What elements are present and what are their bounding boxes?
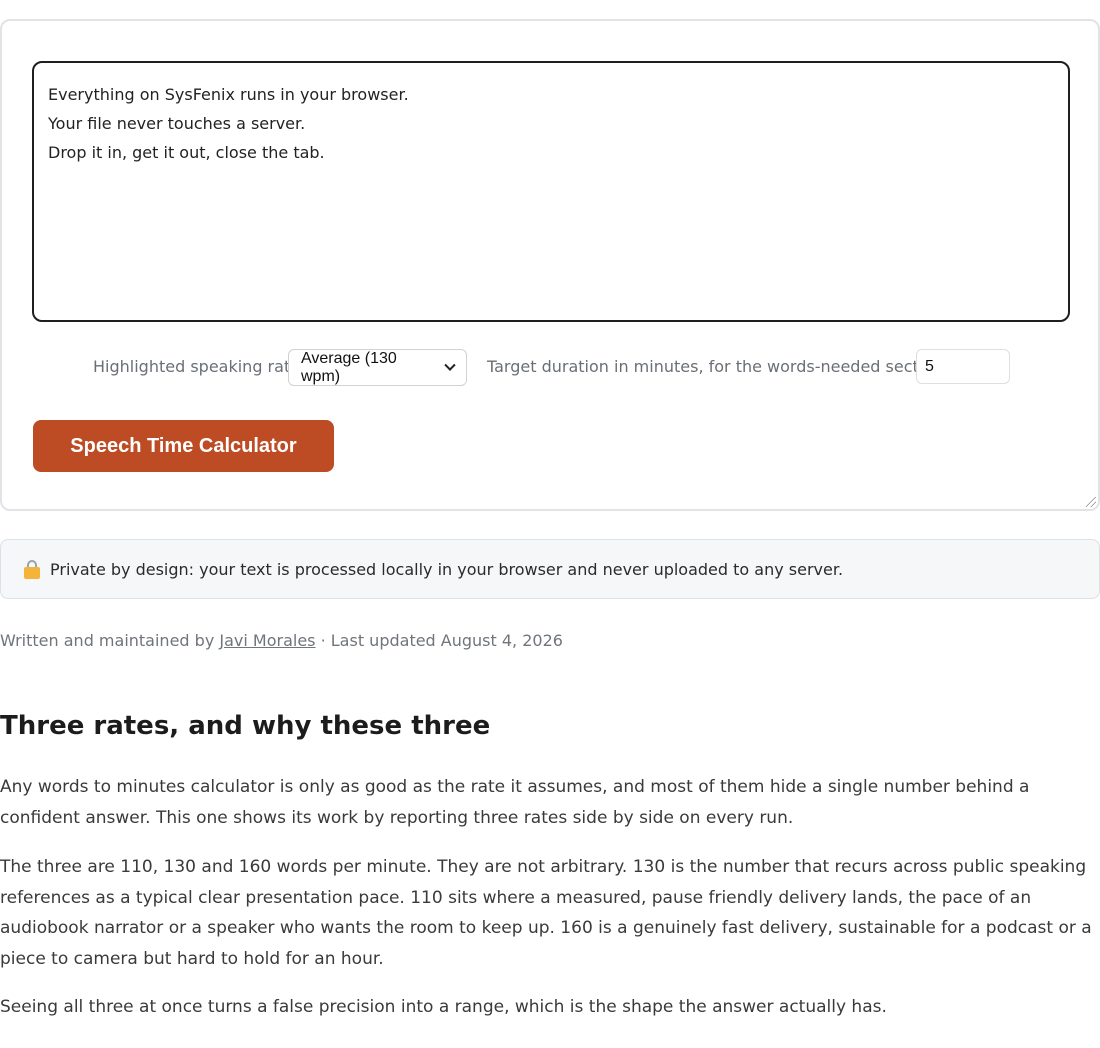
speech-time-tool: Everything on SysFenix runs in your brow… bbox=[0, 19, 1100, 511]
byline: Written and maintained by Javi Morales ·… bbox=[0, 631, 563, 650]
target-duration-label: Target duration in minutes, for the word… bbox=[487, 357, 944, 376]
speaking-rate-select[interactable]: Average (130 wpm) bbox=[288, 349, 467, 386]
speaking-rate-label: Highlighted speaking rate bbox=[93, 357, 301, 376]
article-paragraph: The three are 110, 130 and 160 words per… bbox=[0, 857, 1092, 969]
article-paragraph: Any words to minutes calculator is only … bbox=[0, 777, 1030, 828]
resize-handle[interactable] bbox=[1086, 497, 1096, 507]
calculate-button[interactable]: Speech Time Calculator bbox=[33, 420, 334, 472]
last-updated: Last updated August 4, 2026 bbox=[330, 631, 563, 650]
privacy-notice-text: Private by design: your text is processe… bbox=[50, 559, 844, 579]
article-paragraph: Seeing all three at once turns a false p… bbox=[0, 997, 887, 1017]
section-heading: Three rates, and why these three bbox=[0, 711, 491, 741]
speaking-rate-selected: Average (130 wpm) bbox=[301, 349, 397, 385]
chevron-down-icon bbox=[444, 359, 456, 371]
byline-prefix: Written and maintained by bbox=[0, 631, 220, 650]
speech-text-input[interactable]: Everything on SysFenix runs in your brow… bbox=[32, 61, 1070, 322]
options-row: Highlighted speaking rate Average (130 w… bbox=[2, 348, 1100, 386]
privacy-notice: Private by design: your text is processe… bbox=[0, 539, 1100, 599]
author-link[interactable]: Javi Morales bbox=[219, 631, 315, 650]
lock-icon bbox=[23, 559, 41, 579]
target-duration-input[interactable] bbox=[916, 349, 1010, 384]
byline-separator: · bbox=[315, 631, 331, 650]
